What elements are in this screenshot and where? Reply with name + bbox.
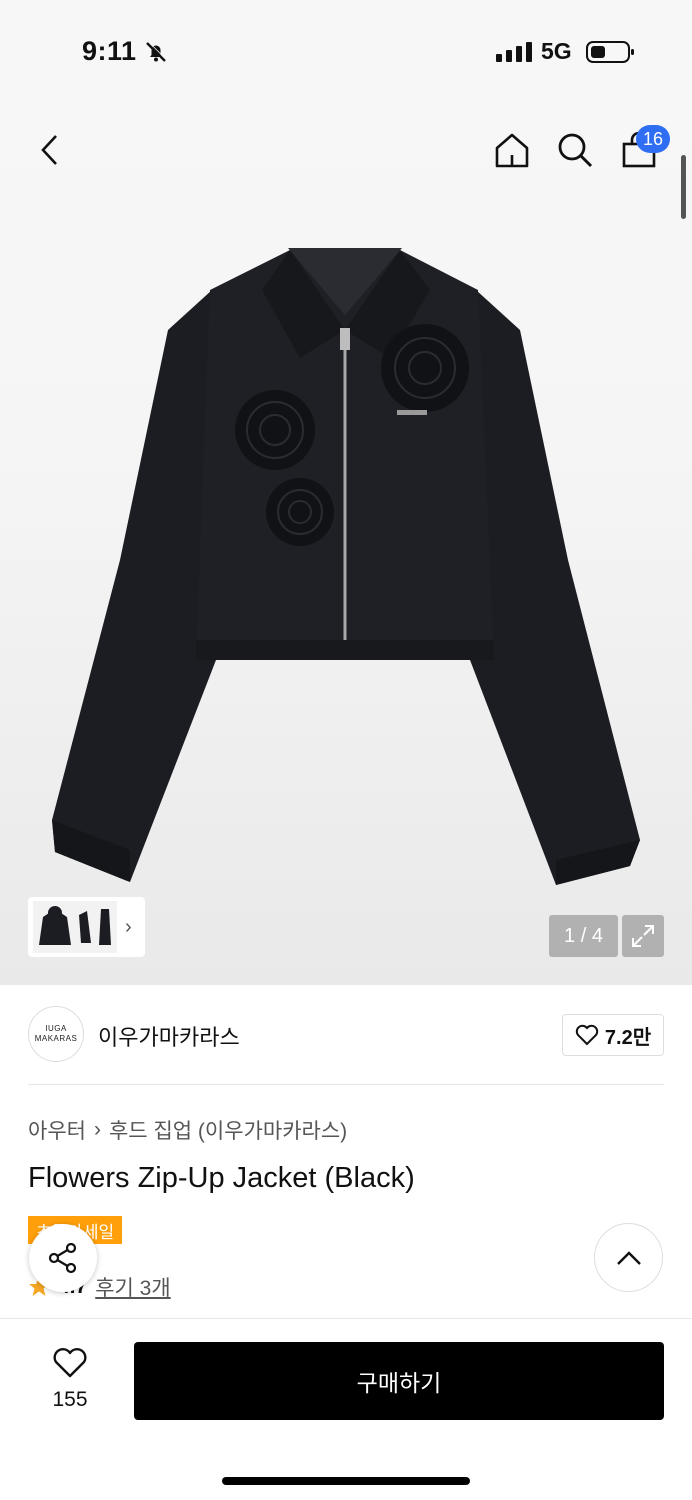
cart-count-badge: 16 xyxy=(636,125,670,153)
signal-icon xyxy=(496,42,532,62)
breadcrumb-subcategory[interactable]: 후드 집업 (이우가마카라스) xyxy=(109,1115,347,1145)
heart-icon xyxy=(575,1024,599,1046)
home-icon xyxy=(495,133,529,168)
silent-bell-icon xyxy=(144,40,168,69)
chevron-up-icon xyxy=(616,1250,641,1265)
search-icon xyxy=(558,133,593,168)
back-button[interactable] xyxy=(28,128,72,172)
network-label: 5G xyxy=(541,38,572,64)
search-button[interactable] xyxy=(553,128,597,172)
wishlist-count: 155 xyxy=(52,1388,88,1411)
product-image[interactable] xyxy=(0,100,692,985)
breadcrumb: 아우터 › 후드 집업 (이우가마카라스) xyxy=(28,1115,347,1145)
status-time: 9:11 xyxy=(82,36,137,66)
divider xyxy=(28,1084,664,1085)
brand-logo[interactable]: IUGA MAKARAS xyxy=(28,1006,84,1062)
scroll-indicator xyxy=(681,155,686,219)
chevron-right-icon: › xyxy=(93,1118,101,1141)
jacket-image xyxy=(52,248,640,885)
wishlist-button[interactable]: 155 xyxy=(30,1347,110,1412)
chevron-left-icon xyxy=(41,135,57,165)
brand-logo-line2: MAKARAS xyxy=(34,1034,78,1043)
top-nav xyxy=(0,100,692,200)
battery-icon xyxy=(586,40,636,69)
thumbnail-image xyxy=(33,901,117,953)
share-icon xyxy=(48,1242,77,1274)
product-title: Flowers Zip-Up Jacket (Black) xyxy=(28,1162,415,1194)
image-pager: 1 / 4 xyxy=(549,915,618,957)
chevron-right-icon: › xyxy=(125,915,132,938)
reviews-link[interactable]: 후기 3개 xyxy=(95,1272,170,1302)
home-button[interactable] xyxy=(490,128,534,172)
brand-like-button[interactable]: 7.2만 xyxy=(562,1014,664,1056)
share-button[interactable] xyxy=(29,1224,97,1292)
breadcrumb-category[interactable]: 아우터 xyxy=(28,1115,86,1145)
brand-row[interactable]: IUGA MAKARAS 이우가마카라스 7.2만 xyxy=(28,1006,664,1062)
home-indicator xyxy=(222,1477,470,1485)
brand-like-count: 7.2만 xyxy=(604,1026,652,1049)
status-bar: 9:11 5G xyxy=(0,0,692,100)
heart-icon xyxy=(53,1348,87,1378)
buy-button[interactable]: 구매하기 xyxy=(134,1342,664,1420)
bottom-bar: 155 구매하기 xyxy=(0,1318,692,1500)
expand-button[interactable] xyxy=(622,915,664,957)
thumbnail-strip[interactable]: › xyxy=(28,897,145,957)
expand-icon xyxy=(632,925,654,947)
scroll-top-button[interactable] xyxy=(594,1223,663,1292)
brand-name[interactable]: 이우가마카라스 xyxy=(98,1020,240,1052)
brand-logo-line1: IUGA xyxy=(45,1024,67,1033)
